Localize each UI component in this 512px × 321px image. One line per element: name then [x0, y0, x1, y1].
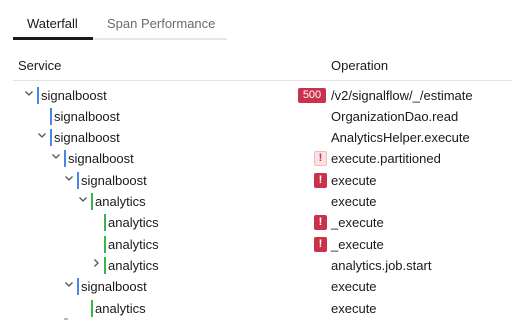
tab-waterfall[interactable]: Waterfall [27, 16, 78, 31]
service-color-bar [77, 172, 79, 189]
status-code-badge: 500 [298, 88, 326, 103]
operation-name: _execute [331, 237, 384, 252]
operation-name: execute [331, 194, 377, 209]
operation-name: /v2/signalflow/_/estimate [331, 88, 473, 103]
table-row[interactable]: signalboost AnalyticsHelper.execute [0, 127, 512, 148]
service-color-bar [104, 257, 106, 274]
next-row-indicator [64, 318, 68, 320]
chevron-down-icon[interactable] [64, 173, 74, 183]
service-name: signalboost [54, 109, 120, 124]
table-row[interactable]: analytics analytics.job.start [0, 255, 512, 276]
table-row[interactable]: analytics execute [0, 298, 512, 319]
service-color-bar [104, 236, 106, 253]
error-badge: ! [314, 151, 327, 166]
service-name: signalboost [54, 130, 120, 145]
tab-bar: Waterfall Span Performance [13, 0, 227, 42]
table-row[interactable]: analytics ! _execute [0, 234, 512, 255]
operation-name: execute.partitioned [331, 151, 441, 166]
service-name: signalboost [41, 88, 107, 103]
table-row[interactable]: analytics ! _execute [0, 212, 512, 233]
service-color-bar [50, 108, 52, 125]
service-name: signalboost [81, 279, 147, 294]
service-name: analytics [95, 194, 146, 209]
table-row[interactable]: signalboost ! execute [0, 170, 512, 191]
header-divider [13, 80, 512, 81]
service-name: signalboost [81, 173, 147, 188]
service-name: analytics [108, 215, 159, 230]
chevron-right-icon[interactable] [91, 258, 101, 268]
operation-name: execute [331, 301, 377, 316]
chevron-down-icon[interactable] [24, 88, 34, 98]
service-name: analytics [108, 237, 159, 252]
service-color-bar [50, 129, 52, 146]
operation-name: OrganizationDao.read [331, 109, 459, 124]
operation-name: _execute [331, 215, 384, 230]
active-tab-underline [13, 37, 93, 40]
service-color-bar [91, 193, 93, 210]
operation-name: execute [331, 173, 377, 188]
service-name: signalboost [68, 151, 134, 166]
service-color-bar [37, 87, 39, 104]
table-row[interactable]: signalboost ! execute.partitioned [0, 148, 512, 169]
table-row[interactable]: signalboost OrganizationDao.read [0, 106, 512, 127]
service-color-bar [91, 300, 93, 317]
service-color-bar [77, 278, 79, 295]
service-name: analytics [95, 301, 146, 316]
service-color-bar [64, 150, 66, 167]
chevron-down-icon[interactable] [78, 194, 88, 204]
chevron-down-icon[interactable] [37, 130, 47, 140]
tab-span-performance[interactable]: Span Performance [107, 16, 215, 31]
table-row[interactable]: signalboost 500 /v2/signalflow/_/estimat… [0, 85, 512, 106]
service-color-bar [104, 214, 106, 231]
table-row[interactable]: signalboost execute [0, 276, 512, 297]
chevron-down-icon[interactable] [64, 279, 74, 289]
service-column-header[interactable]: Service [18, 58, 61, 73]
chevron-down-icon[interactable] [51, 151, 61, 161]
service-name: analytics [108, 258, 159, 273]
table-row[interactable]: analytics execute [0, 191, 512, 212]
error-badge: ! [314, 173, 327, 188]
operation-name: execute [331, 279, 377, 294]
error-badge: ! [314, 215, 327, 230]
error-badge: ! [314, 237, 327, 252]
operation-column-header[interactable]: Operation [331, 58, 388, 73]
operation-name: analytics.job.start [331, 258, 432, 273]
operation-name: AnalyticsHelper.execute [331, 130, 470, 145]
